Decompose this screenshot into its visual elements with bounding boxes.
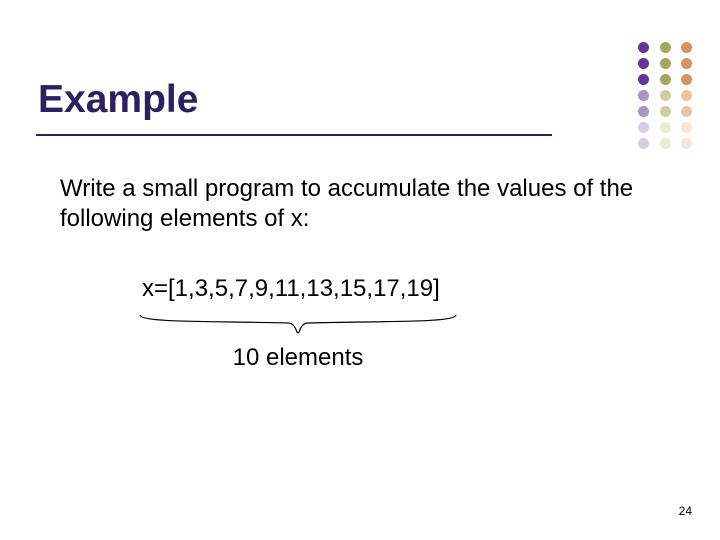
decorative-dot-grid xyxy=(632,42,692,154)
page-number: 24 xyxy=(679,504,692,518)
elements-count-label: 10 elements xyxy=(138,344,458,372)
body-text: Write a small program to accumulate the … xyxy=(60,174,650,234)
title-underline xyxy=(36,134,552,136)
array-definition: x=[1,3,5,7,9,11,13,15,17,19] xyxy=(142,275,440,303)
curly-brace-icon xyxy=(138,313,458,335)
slide-title: Example xyxy=(38,78,198,122)
slide: Example Write a small program to accumul… xyxy=(0,0,720,540)
